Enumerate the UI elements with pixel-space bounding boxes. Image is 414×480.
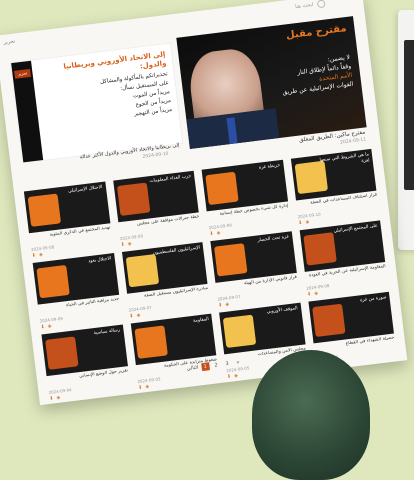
post-thumbnail[interactable]: الإسرائيليون الفلسطينيون [121, 242, 208, 294]
post-thumbnail[interactable]: المقاومة [130, 313, 217, 366]
search-icon[interactable] [316, 0, 326, 9]
page-link[interactable]: » [234, 358, 243, 367]
post-thumbnail[interactable]: على المجتمع الإسرائيلي [299, 220, 386, 272]
featured-headline: مقترح مقبل [285, 23, 348, 42]
page-link[interactable]: 3 [223, 360, 232, 369]
download-icon[interactable]: ⬇ [298, 220, 303, 226]
post-thumbnail[interactable]: صورة من غزة [307, 291, 394, 344]
thumbnail-title: حرب الغذاء المعلومات [149, 174, 192, 185]
background-document [398, 10, 414, 250]
thumbnail-graphic [214, 243, 248, 277]
thumbnail-title: الإسرائيليون الفلسطينيون [152, 245, 201, 257]
post-card[interactable]: غزة تحت الحصار قرار قانوني الإدارة من اله… [210, 231, 299, 309]
share-icon[interactable]: ◈ [136, 312, 141, 318]
thumbnail-graphic [27, 193, 62, 227]
download-icon[interactable]: ⬇ [218, 302, 223, 308]
download-icon[interactable]: ⬇ [49, 395, 54, 401]
page-link[interactable]: 2 [212, 361, 221, 370]
thumbnail-title: الاحتلال يعود [88, 256, 112, 265]
download-icon[interactable]: ⬇ [120, 242, 125, 248]
thumbnail-title: المقاومة [192, 316, 210, 324]
featured-post-image[interactable]: مقترح مقبل لا يضمن: وقفاً دائماً لإطلاق ا… [176, 16, 367, 149]
thumbnail-graphic [311, 303, 346, 338]
post-thumbnail[interactable]: خريطة غزة [201, 159, 288, 212]
post-card[interactable]: الإسرائيليون الفلسطينيون مبادرة الإسرائيل… [121, 242, 210, 320]
thumbnail-title: رسالة سياسية [93, 327, 121, 337]
post-card[interactable]: خريطة غزة إدارة كل شيء بخصوص خطة إنسانية 2… [201, 159, 291, 237]
search-area[interactable]: ابحث هنا [295, 0, 326, 11]
thumbnail-title: صورة من غزة [359, 295, 387, 304]
thumbnail-title: الموقف الأوروبي [266, 306, 298, 315]
post-thumbnail[interactable]: رسالة سياسية [41, 324, 128, 377]
thumbnail-title: غزة تحت الحصار [257, 234, 290, 244]
thumbnail-graphic [36, 264, 70, 299]
search-label: ابحث هنا [294, 1, 314, 11]
post-card[interactable]: حرب الغذاء المعلومات خطة جنرالات موافقة ع… [112, 170, 202, 248]
post-thumbnail[interactable]: غزة تحت الحصار [210, 231, 297, 283]
article-page: تحرير ابحث هنا مقترح مقبل لا يضمن: وقفاً … [0, 0, 408, 406]
post-card[interactable]: الاحتلال الإسرائيلي تهديد المجتمع في الذك… [23, 181, 113, 259]
thumbnail-graphic [45, 336, 79, 370]
featured-date: 2024-09-11 [339, 137, 367, 146]
post-thumbnail[interactable]: الاحتلال يعود [32, 253, 119, 305]
page-link[interactable]: 1 [200, 362, 210, 372]
download-icon[interactable]: ⬇ [40, 324, 45, 330]
hand-silhouette [252, 350, 370, 480]
thumbnail-graphic [133, 325, 168, 359]
share-icon[interactable]: ◈ [314, 290, 319, 296]
share-icon[interactable]: ◈ [234, 373, 239, 379]
post-card[interactable]: ما هي الشروط التي تمنعها لغزة قرار استئنا… [290, 148, 379, 226]
post-card[interactable]: المقاومة ضغوط متزايدة على الحكومة 2024-09-… [130, 313, 219, 391]
post-card[interactable]: رسالة سياسية تقرير حول الوضع الإنساني 2024… [41, 324, 130, 402]
menu-label[interactable]: تحرير [3, 39, 15, 46]
download-icon[interactable]: ⬇ [138, 385, 143, 391]
share-icon[interactable]: ◈ [56, 395, 61, 401]
page-link[interactable]: التالي [186, 364, 199, 373]
share-icon[interactable]: ◈ [225, 301, 230, 307]
thumbnail-title: الاحتلال الإسرائيلي [67, 184, 103, 195]
download-icon[interactable]: ⬇ [307, 291, 312, 297]
download-icon[interactable]: ⬇ [209, 231, 214, 237]
share-icon[interactable]: ◈ [305, 219, 310, 225]
thumbnail-graphic [222, 314, 257, 349]
thumbnail-graphic [205, 171, 239, 206]
share-icon[interactable]: ◈ [127, 241, 132, 247]
thumbnail-graphic [116, 182, 150, 216]
thumbnail-title: ما هي الشروط التي تمنعها لغزة [319, 152, 371, 165]
thumbnail-title: خريطة غزة [258, 163, 281, 171]
post-thumbnail[interactable]: حرب الغذاء المعلومات [112, 170, 199, 223]
secondary-date: 2024-09-10 [142, 151, 169, 160]
thumbnail-graphic [125, 254, 159, 288]
post-thumbnail[interactable]: الموقف الأوروبي [219, 302, 306, 355]
post-card[interactable]: الاحتلال يعود جديد مراقبة التأثير في الحي… [32, 253, 122, 330]
share-icon[interactable]: ◈ [47, 323, 52, 329]
thumbnail-graphic [302, 232, 337, 266]
download-icon[interactable]: ⬇ [227, 374, 232, 380]
post-thumbnail[interactable]: ما هي الشروط التي تمنعها لغزة [290, 148, 377, 201]
download-icon[interactable]: ⬇ [31, 253, 36, 259]
share-icon[interactable]: ◈ [216, 230, 221, 236]
download-icon[interactable]: ⬇ [129, 313, 134, 319]
featured-points: لا يضمن: وقفاً دائماً لإطلاق النار الأمم ا… [256, 53, 354, 100]
post-thumbnail[interactable]: الاحتلال الإسرائيلي [23, 181, 110, 234]
thumbnail-title: على المجتمع الإسرائيلي [333, 223, 379, 235]
share-icon[interactable]: ◈ [39, 252, 44, 258]
share-icon[interactable]: ◈ [145, 384, 150, 390]
post-card[interactable]: على المجتمع الإسرائيلي المقاومة الإسرائيل… [299, 220, 388, 298]
